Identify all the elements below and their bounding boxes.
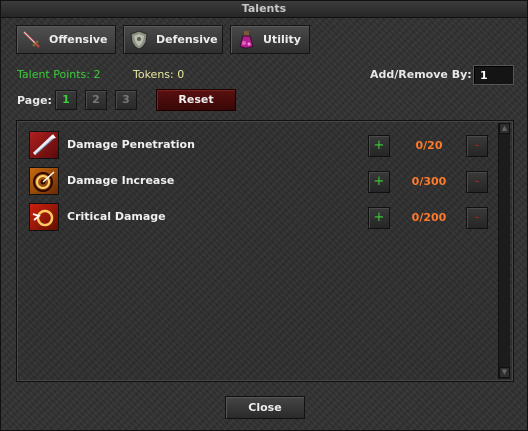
talent-row: Damage Increase + 0/300 - [26, 165, 496, 195]
page-button-1[interactable]: 1 [55, 90, 77, 110]
talent-count: 0/300 [411, 175, 447, 188]
tab-utility-label: Utility [263, 33, 301, 46]
page-button-3[interactable]: 3 [115, 90, 137, 110]
add-remove-input[interactable]: 1 [473, 65, 514, 85]
remove-talent-button[interactable]: - [466, 135, 488, 157]
tab-defensive-label: Defensive [156, 33, 218, 46]
remove-talent-button[interactable]: - [466, 207, 488, 229]
tab-offensive[interactable]: Offensive [16, 25, 116, 54]
talent-list-panel [16, 120, 514, 382]
tab-defensive[interactable]: Defensive [123, 25, 223, 54]
scroll-down-icon[interactable]: ▼ [499, 367, 510, 378]
page-label: Page: [17, 94, 52, 107]
window-title: Talents [1, 1, 527, 18]
tab-offensive-label: Offensive [49, 33, 108, 46]
add-talent-button[interactable]: + [368, 171, 390, 193]
tokens-label: Tokens: 0 [133, 68, 185, 81]
talent-name: Critical Damage [67, 210, 166, 223]
add-talent-button[interactable]: + [368, 135, 390, 157]
reset-button[interactable]: Reset [156, 89, 236, 111]
talent-name: Damage Penetration [67, 138, 195, 151]
target-icon [29, 167, 59, 195]
sword-icon [21, 29, 43, 51]
close-button[interactable]: Close [225, 396, 305, 419]
add-talent-button[interactable]: + [368, 207, 390, 229]
arrow-pierce-icon [29, 131, 59, 159]
crit-ring-icon [29, 203, 59, 231]
talents-window: Talents Offensive Defensive Utility Tale… [0, 0, 528, 431]
potion-icon [235, 29, 257, 51]
talent-name: Damage Increase [67, 174, 175, 187]
remove-talent-button[interactable]: - [466, 171, 488, 193]
talent-row: Damage Penetration + 0/20 - [26, 129, 496, 159]
talent-count: 0/200 [411, 211, 447, 224]
talent-row: Critical Damage + 0/200 - [26, 201, 496, 231]
scrollbar[interactable]: ▲ ▼ [498, 123, 510, 379]
page-button-2[interactable]: 2 [85, 90, 107, 110]
tab-utility[interactable]: Utility [230, 25, 310, 54]
shield-icon [128, 29, 150, 51]
talent-points-label: Talent Points: 2 [17, 68, 101, 81]
scroll-up-icon[interactable]: ▲ [499, 123, 510, 134]
talent-count: 0/20 [415, 139, 443, 152]
add-remove-label: Add/Remove By: [370, 68, 472, 81]
